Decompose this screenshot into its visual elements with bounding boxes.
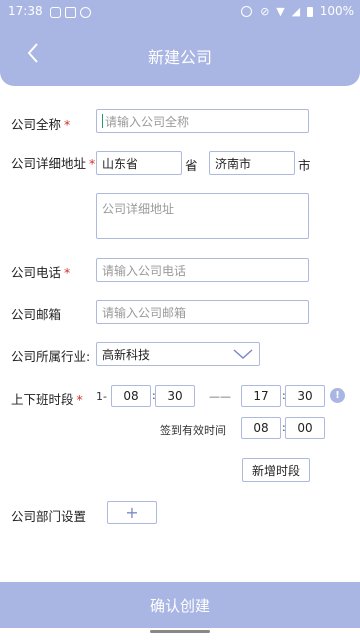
info-icon[interactable]: !	[330, 388, 345, 403]
address-label-text: 公司详细地址	[11, 156, 87, 171]
wifi-icon: ▼	[276, 5, 285, 18]
end-minute-input[interactable]: 30	[285, 385, 325, 407]
gesture-nav-bar	[150, 630, 210, 633]
page-title: 新建公司	[147, 48, 212, 67]
city-suffix: 市	[298, 158, 311, 173]
industry-label: 公司所属行业:	[11, 349, 91, 364]
company-name-placeholder: 请输入公司全称	[105, 114, 190, 129]
mute-icon: ⊘	[260, 5, 270, 18]
signal-icon: ◢	[291, 5, 301, 18]
alarm-icon	[241, 6, 253, 17]
required-mark: *	[89, 156, 96, 171]
battery-icon	[306, 6, 313, 17]
required-mark: *	[76, 392, 83, 407]
phone-label: 公司电话 *	[11, 262, 70, 281]
status-time: 17:38	[8, 4, 43, 18]
chevron-down-icon	[233, 349, 253, 360]
end-hour-input[interactable]: 17	[241, 385, 281, 407]
address-detail-input[interactable]: 公司详细地址	[96, 193, 309, 239]
company-name-input[interactable]: 请输入公司全称	[96, 109, 309, 133]
industry-select[interactable]: 高新科技	[96, 342, 260, 366]
confirm-create-button[interactable]: 确认创建	[0, 582, 360, 628]
department-label: 公司部门设置	[11, 509, 87, 524]
checkin-label: 签到有效时间	[160, 424, 226, 437]
start-minute-input[interactable]: 30	[155, 385, 195, 407]
phone-label-text: 公司电话	[11, 265, 62, 280]
email-label: 公司邮箱	[11, 307, 62, 322]
status-right: ⊘ ▼ ◢ 100%	[241, 4, 354, 18]
status-bar: 17:38 ⊘ ▼ ◢ 100%	[0, 0, 360, 24]
work-time-label-text: 上下班时段	[11, 392, 74, 407]
text-cursor	[102, 114, 103, 128]
address-label: 公司详细地址 *	[11, 153, 95, 172]
checkin-minute-input[interactable]: 00	[285, 417, 325, 439]
time-separator: ——	[209, 390, 231, 403]
work-time-label: 上下班时段 *	[11, 389, 83, 408]
add-period-button[interactable]: 新增时段	[242, 458, 310, 482]
province-suffix: 省	[185, 158, 198, 173]
notification-icons	[50, 5, 95, 19]
period-index: 1-	[96, 390, 107, 403]
city-select[interactable]: 济南市	[209, 151, 295, 175]
email-input[interactable]: 请输入公司邮箱	[96, 300, 309, 324]
add-department-button[interactable]: +	[107, 501, 157, 524]
required-mark: *	[64, 265, 71, 280]
phone-input[interactable]: 请输入公司电话	[96, 258, 309, 282]
message-icon	[50, 7, 61, 18]
checkin-hour-input[interactable]: 08	[241, 417, 281, 439]
calendar-icon	[65, 7, 76, 18]
start-hour-input[interactable]: 08	[111, 385, 151, 407]
province-select[interactable]: 山东省	[96, 151, 182, 175]
industry-value: 高新科技	[102, 347, 151, 362]
battery-level: 100%	[319, 4, 354, 18]
company-name-label-text: 公司全称	[11, 117, 62, 132]
company-name-label: 公司全称 *	[11, 114, 70, 133]
sync-icon	[80, 7, 91, 18]
required-mark: *	[64, 117, 71, 132]
